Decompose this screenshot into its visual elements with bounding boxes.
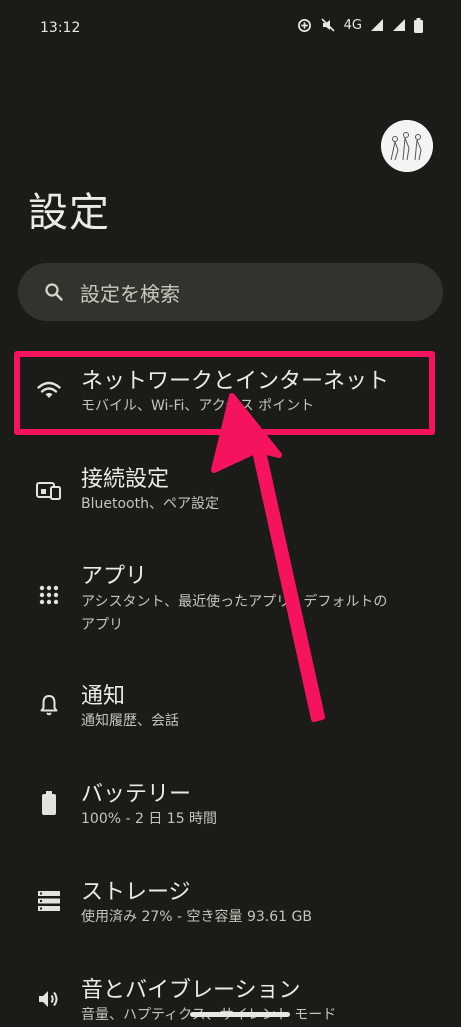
signal-icon-2	[392, 18, 406, 32]
storage-icon	[36, 888, 62, 914]
item-title: 通知	[81, 684, 126, 709]
network-type-label: 4G	[343, 17, 362, 33]
item-subtitle: アシスタント、最近使ったアプリ、デフォルトの	[81, 594, 388, 610]
item-subtitle-line2: アプリ	[81, 617, 123, 633]
settings-item-network[interactable]: ネットワークとインターネット モバイル、Wi-Fi、アクセス ポイント	[0, 355, 461, 433]
settings-item-connected-devices[interactable]: 接続設定 Bluetooth、ペア設定	[0, 455, 461, 529]
wifi-icon	[36, 377, 62, 403]
mute-icon	[320, 17, 336, 33]
signal-icon	[370, 18, 384, 32]
item-subtitle: 通知履歴、会話	[81, 713, 179, 729]
status-bar: 13:12 4G	[0, 0, 461, 56]
battery-status-icon	[414, 17, 423, 33]
status-icons: 4G	[297, 17, 423, 33]
settings-item-apps[interactable]: アプリ アシスタント、最近使ったアプリ、デフォルトの アプリ	[0, 550, 461, 646]
apps-grid-icon	[36, 582, 62, 608]
bell-icon	[36, 692, 62, 718]
gesture-nav-bar[interactable]	[190, 1012, 290, 1017]
item-title: ストレージ	[81, 880, 191, 905]
battery-icon	[36, 790, 62, 816]
item-subtitle: モバイル、Wi-Fi、アクセス ポイント	[81, 398, 315, 414]
item-title: バッテリー	[81, 782, 192, 807]
volume-icon	[36, 986, 62, 1012]
settings-item-notifications[interactable]: 通知 通知履歴、会話	[0, 672, 461, 746]
item-subtitle: 100% - 2 日 15 時間	[81, 811, 218, 827]
item-title: アプリ	[81, 564, 148, 589]
item-title: ネットワークとインターネット	[81, 369, 390, 394]
data-saver-icon	[297, 18, 312, 33]
item-subtitle: Bluetooth、ペア設定	[81, 496, 219, 512]
connected-devices-icon	[36, 477, 62, 503]
item-title: 接続設定	[81, 467, 170, 492]
page-title: 設定	[28, 190, 110, 236]
search-icon	[44, 282, 64, 302]
account-avatar[interactable]	[381, 120, 433, 172]
status-time: 13:12	[40, 20, 81, 36]
avatar-image	[381, 120, 433, 172]
settings-item-storage[interactable]: ストレージ 使用済み 27% - 空き容量 93.61 GB	[0, 868, 461, 942]
item-title: 音とバイブレーション	[81, 978, 301, 1003]
search-placeholder: 設定を検索	[80, 281, 180, 306]
settings-search-bar[interactable]: 設定を検索	[18, 263, 443, 321]
item-subtitle: 使用済み 27% - 空き容量 93.61 GB	[81, 909, 312, 925]
settings-item-battery[interactable]: バッテリー 100% - 2 日 15 時間	[0, 770, 461, 844]
